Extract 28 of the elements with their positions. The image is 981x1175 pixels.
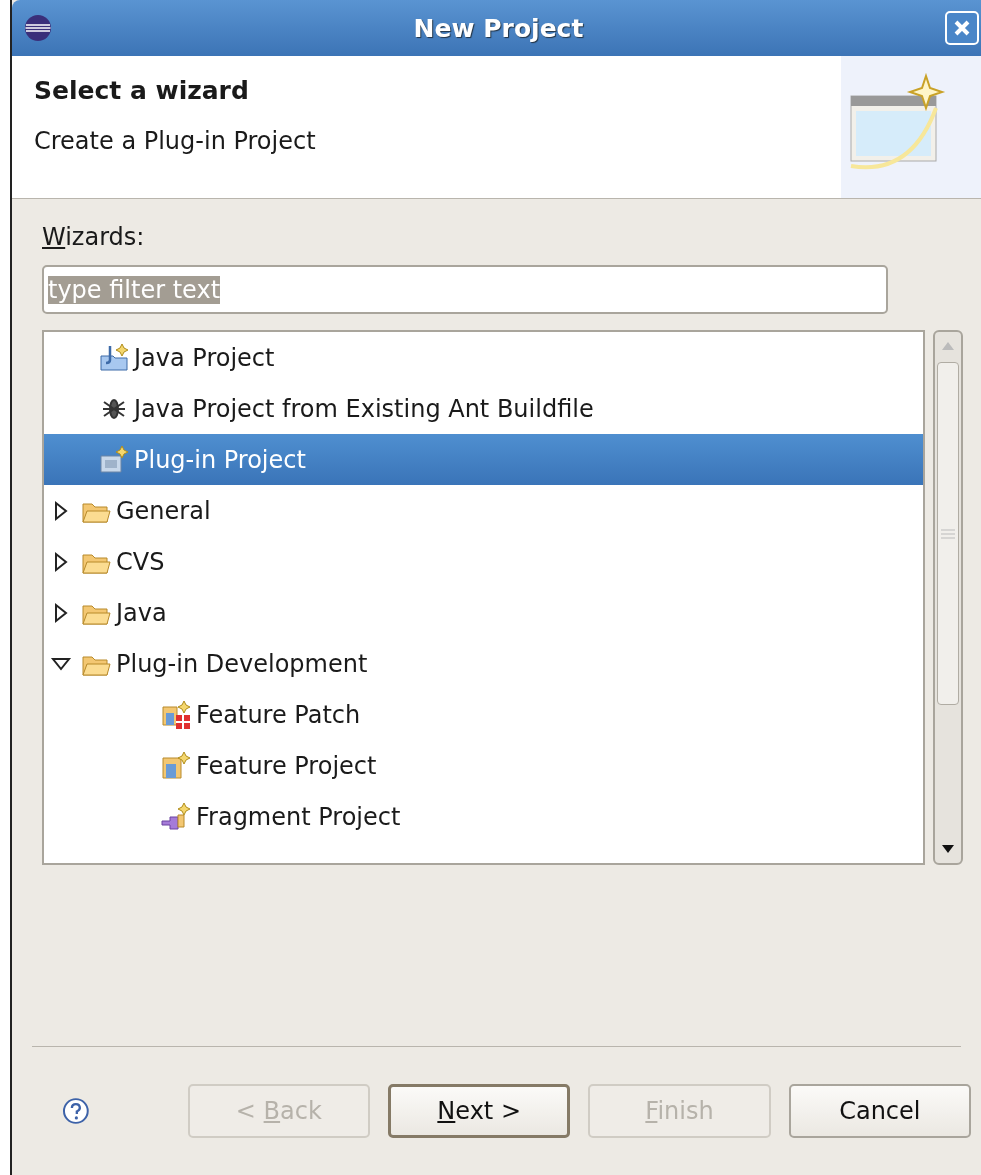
window-title: New Project bbox=[412, 13, 585, 43]
tree-item[interactable]: Feature Patch bbox=[44, 689, 923, 740]
tree-item[interactable]: General bbox=[44, 485, 923, 536]
feature-patch-icon bbox=[160, 698, 192, 731]
tree-item[interactable]: Java bbox=[44, 587, 923, 638]
help-icon[interactable] bbox=[62, 1097, 90, 1125]
close-button[interactable] bbox=[945, 11, 979, 45]
tree-item[interactable]: Java Project bbox=[44, 332, 923, 383]
eclipse-logo-icon bbox=[24, 14, 52, 42]
close-icon bbox=[952, 18, 972, 38]
tree-item[interactable]: Fragment Project bbox=[44, 791, 923, 842]
wizard-button[interactable]: Cancel bbox=[788, 1084, 971, 1138]
grip-icon bbox=[941, 528, 955, 539]
fragment-project-icon bbox=[160, 800, 192, 833]
wizard-button[interactable]: Next > bbox=[388, 1084, 571, 1138]
java-project-icon bbox=[98, 341, 130, 374]
plugin-icon bbox=[98, 443, 130, 476]
header-title: Select a wizard bbox=[34, 76, 250, 105]
tree-item[interactable]: Java Project from Existing Ant Buildfile bbox=[44, 383, 923, 434]
feature-project-icon bbox=[160, 749, 192, 782]
tree-item[interactable]: Plug-in Development bbox=[44, 638, 923, 689]
wizards-label: Wizards: bbox=[42, 223, 146, 251]
tree-item[interactable]: Feature Project bbox=[44, 740, 923, 791]
header-description: Create a Plug-in Project bbox=[34, 127, 317, 155]
scrollbar[interactable] bbox=[933, 330, 963, 865]
tree-item[interactable]: Plug-in Project bbox=[44, 434, 923, 485]
scroll-down-arrow-icon[interactable] bbox=[941, 844, 955, 854]
tree-item[interactable]: CVS bbox=[44, 536, 923, 587]
